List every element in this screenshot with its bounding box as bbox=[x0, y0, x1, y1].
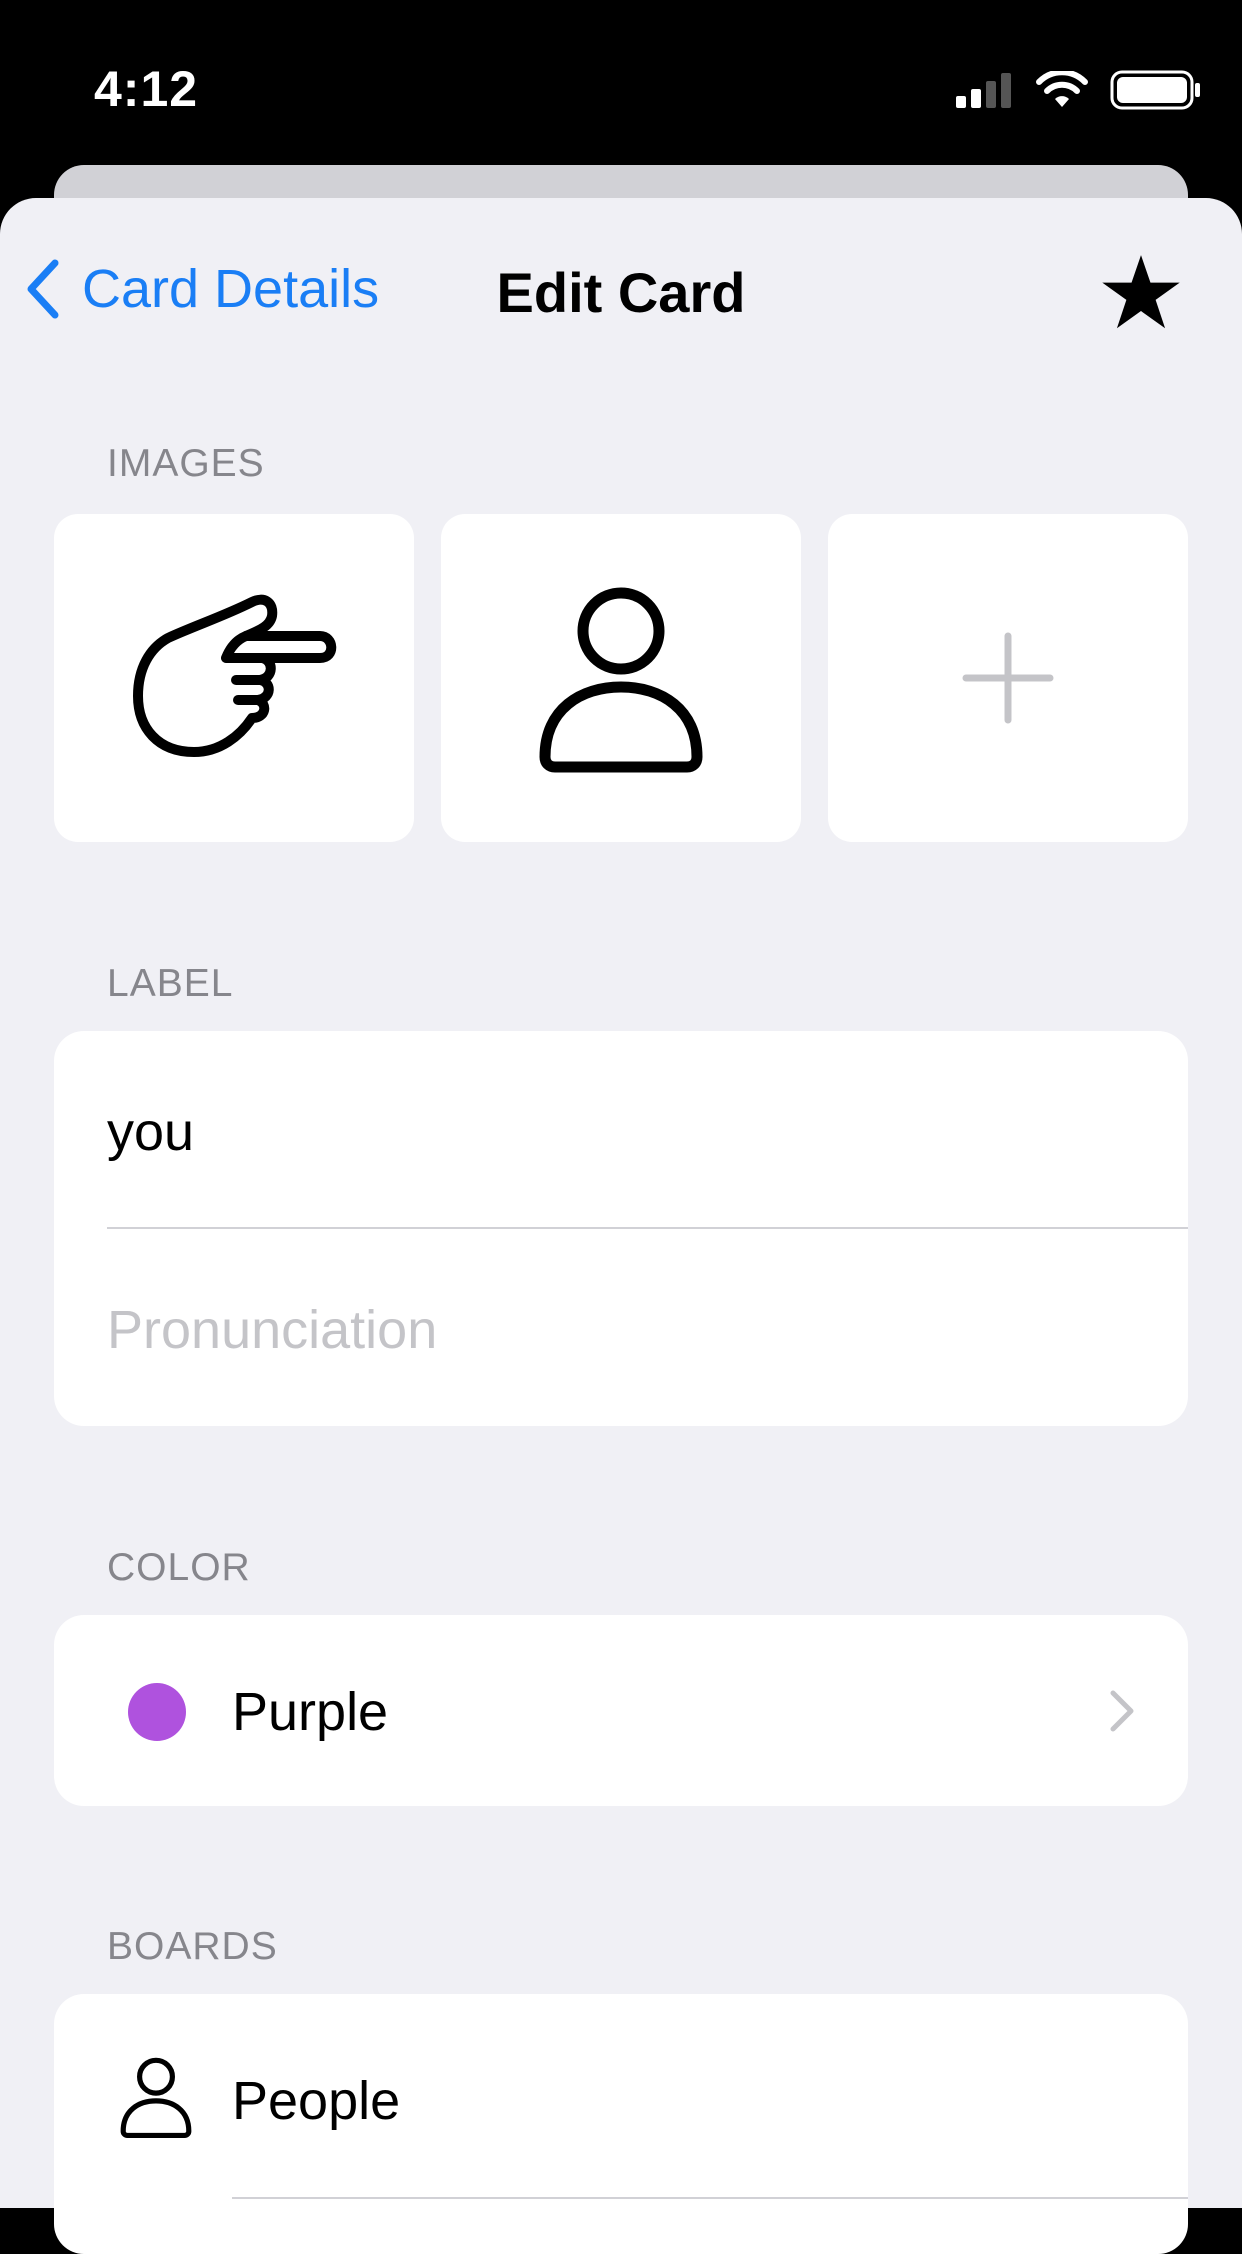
person-icon bbox=[539, 587, 703, 773]
separator bbox=[107, 1227, 1188, 1229]
status-time: 4:12 bbox=[94, 61, 199, 117]
images-section-header: IMAGES bbox=[107, 442, 265, 485]
add-image-button[interactable] bbox=[828, 514, 1188, 842]
board-name: People bbox=[232, 2071, 401, 2131]
image-tile-pointing-hand[interactable] bbox=[54, 514, 414, 842]
person-icon bbox=[120, 2057, 192, 2138]
cellular-signal-icon bbox=[956, 73, 1011, 108]
color-section-header: COLOR bbox=[107, 1546, 251, 1589]
status-bar: 4:12 bbox=[0, 0, 1242, 165]
pronunciation-input[interactable]: Pronunciation bbox=[107, 1299, 437, 1361]
image-tile-person[interactable] bbox=[441, 514, 801, 842]
pointing-hand-icon bbox=[133, 594, 337, 757]
battery-icon bbox=[1110, 70, 1200, 110]
label-group: you Pronunciation bbox=[54, 1031, 1188, 1426]
color-row[interactable]: Purple bbox=[54, 1615, 1188, 1806]
label-input[interactable]: you bbox=[107, 1101, 194, 1163]
status-icons bbox=[956, 70, 1202, 110]
wifi-icon bbox=[1036, 71, 1088, 107]
separator bbox=[232, 2197, 1188, 2199]
board-item-people[interactable]: People bbox=[54, 1994, 1188, 2200]
boards-group: People bbox=[54, 1994, 1188, 2254]
page-title: Edit Card bbox=[496, 261, 746, 324]
label-section-header: LABEL bbox=[107, 962, 234, 1005]
boards-section-header: BOARDS bbox=[107, 1925, 278, 1968]
favorite-button[interactable] bbox=[1098, 250, 1184, 341]
chevron-right-icon bbox=[1110, 1690, 1134, 1732]
color-swatch bbox=[128, 1683, 186, 1741]
star-icon bbox=[1102, 255, 1180, 329]
plus-icon bbox=[962, 632, 1054, 724]
color-name: Purple bbox=[232, 1682, 389, 1742]
